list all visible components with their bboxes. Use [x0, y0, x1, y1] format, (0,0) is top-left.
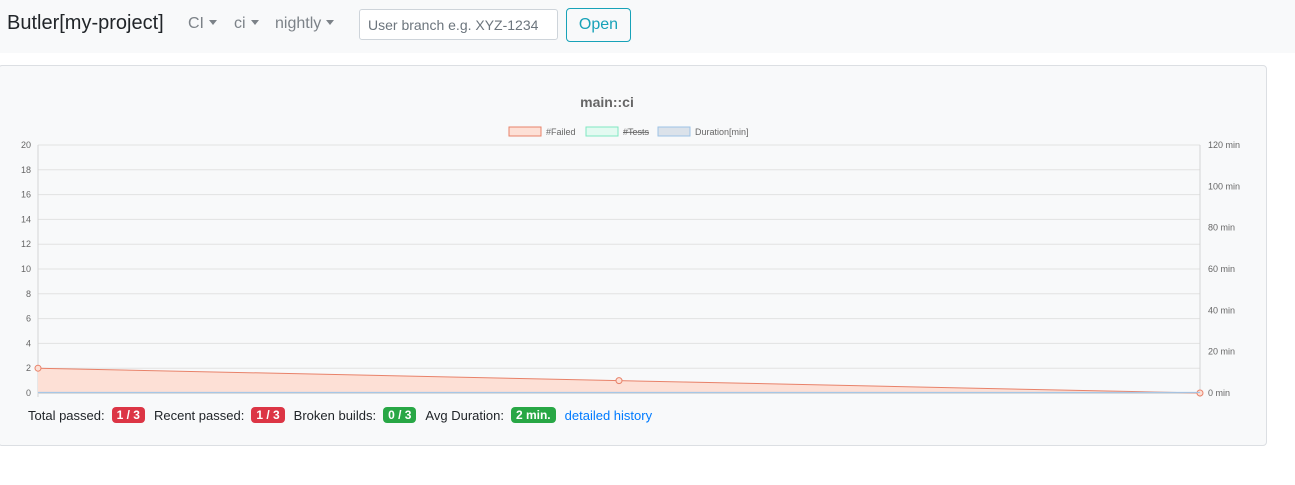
series-point-0-0 [34, 364, 42, 372]
legend-label-1: #Tests [623, 127, 650, 137]
legend-swatch-0 [508, 126, 542, 137]
y-left-tick-3: 6 [26, 314, 31, 324]
avg-duration-label: Avg Duration: [425, 407, 504, 423]
y-right-tick-3: 60 min [1208, 264, 1235, 274]
recent-passed-badge: 1 / 3 [251, 407, 285, 423]
y-left-tick-10: 20 [21, 140, 31, 150]
legend-label-2: Duration[min] [695, 127, 749, 137]
y-left-tick-7: 14 [21, 214, 31, 224]
y-left-tick-8: 16 [21, 190, 31, 200]
y-right-tick-2: 40 min [1208, 305, 1235, 315]
recent-passed-label: Recent passed: [153, 407, 245, 423]
y-left-tick-9: 18 [21, 165, 31, 175]
y-right-tick-0: 0 min [1208, 388, 1230, 398]
y-left-tick-0: 0 [26, 388, 31, 398]
y-left-tick-1: 2 [26, 363, 31, 373]
total-passed-badge: 1 / 3 [111, 407, 145, 423]
build-summary: Total passed: 1 / 3 Recent passed: 1 / 3… [28, 407, 652, 423]
legend-swatch-1 [585, 126, 619, 137]
y-right-tick-1: 20 min [1208, 347, 1235, 357]
y-left-tick-4: 8 [26, 289, 31, 299]
y-left-tick-5: 10 [21, 264, 31, 274]
series-point-0-1 [615, 377, 623, 385]
y-left-tick-2: 4 [26, 338, 31, 348]
broken-builds-label: Broken builds: [293, 407, 377, 423]
chart-title: main::ci [580, 94, 634, 110]
y-left-tick-6: 12 [21, 239, 31, 249]
y-right-tick-4: 80 min [1208, 223, 1235, 233]
detailed-history-link[interactable]: detailed history [565, 408, 652, 423]
legend-swatch-2 [657, 126, 691, 137]
broken-builds-badge: 0 / 3 [383, 407, 417, 423]
y-right-tick-6: 120 min [1208, 140, 1240, 150]
total-passed-label: Total passed: [28, 407, 105, 423]
avg-duration-badge: 2 min. [510, 407, 556, 423]
y-right-tick-5: 100 min [1208, 181, 1240, 191]
legend-label-0: #Failed [546, 127, 576, 137]
